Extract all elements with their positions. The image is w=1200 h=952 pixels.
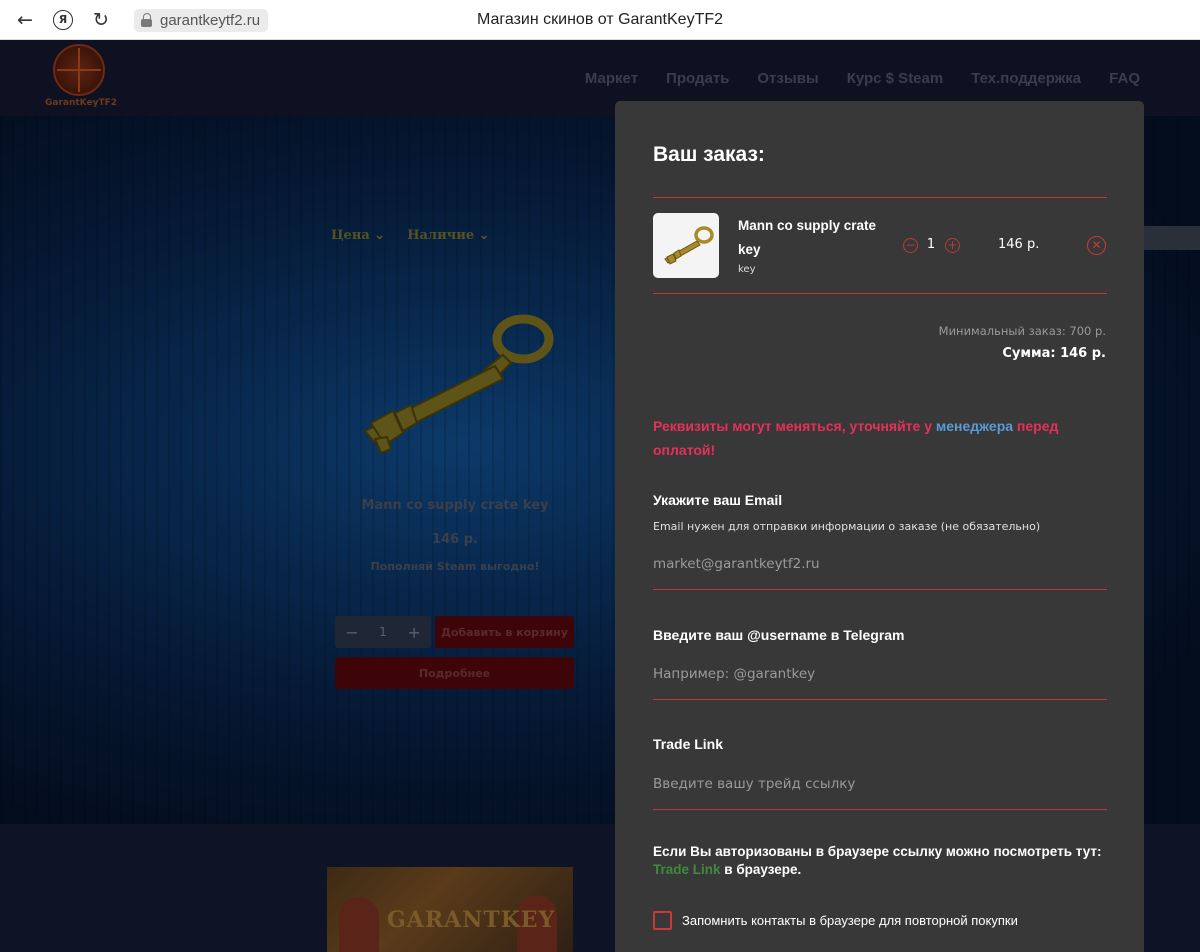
- reload-icon[interactable]: ↻: [82, 0, 120, 40]
- auth-note: Если Вы авторизованы в браузере ссылку м…: [653, 844, 1102, 877]
- nav-support[interactable]: Тех.поддержка: [971, 70, 1081, 87]
- nav-faq[interactable]: FAQ: [1109, 70, 1140, 87]
- trade-link-field[interactable]: [653, 769, 1107, 799]
- order-title: Ваш заказ:: [653, 143, 765, 166]
- product-promo: Пополняй Steam выгодно!: [370, 560, 540, 573]
- sort-strip: [1140, 226, 1200, 250]
- banner-character-left: [339, 897, 379, 952]
- remember-contacts[interactable]: Запомнить контакты в браузере для повтор…: [653, 911, 1018, 930]
- order-panel: Ваш заказ: Mann co supply crate key key …: [615, 101, 1144, 952]
- minimum-order-note: Минимальный заказ: 700 р.: [938, 324, 1106, 338]
- remember-checkbox[interactable]: [653, 911, 672, 930]
- remember-label: Запомнить контакты в браузере для повтор…: [682, 913, 1018, 928]
- key-icon: [363, 314, 554, 455]
- product-price: 146 р.: [432, 532, 478, 547]
- nav-reviews[interactable]: Отзывы: [757, 70, 818, 87]
- key-icon: [664, 226, 714, 265]
- promo-banner[interactable]: GARANTKEY: [327, 867, 573, 952]
- browser-toolbar: ← Я ↻ garantkeytf2.ru Магазин скинов от …: [0, 0, 1200, 40]
- minus-icon[interactable]: −: [345, 623, 358, 642]
- url-text: garantkeytf2.ru: [160, 12, 261, 29]
- manager-link[interactable]: менеджера: [936, 418, 1013, 434]
- quantity-stepper[interactable]: − 1 +: [335, 616, 431, 648]
- back-arrow-icon[interactable]: ←: [6, 0, 44, 40]
- remove-item-icon[interactable]: ✕: [1087, 236, 1106, 255]
- banner-text: GARANTKEY: [387, 907, 556, 933]
- filter-price[interactable]: Цена ⌄: [331, 228, 385, 243]
- email-field[interactable]: [653, 549, 1107, 579]
- increase-quantity-icon[interactable]: +: [945, 238, 960, 253]
- page-tab-title: Магазин скинов от GarantKeyTF2: [476, 11, 724, 28]
- logo-emblem-icon: [53, 44, 105, 96]
- divider: [653, 197, 1107, 198]
- site-logo[interactable]: GarantKeyTF2: [45, 44, 118, 114]
- divider: [653, 293, 1107, 294]
- email-label: Укажите ваш Email: [653, 492, 783, 508]
- logo-text: GarantKeyTF2: [45, 98, 118, 108]
- address-bar[interactable]: garantkeytf2.ru: [134, 9, 269, 32]
- main-nav: Маркет Продать Отзывы Курс $ Steam Тех.п…: [585, 70, 1140, 87]
- nav-market[interactable]: Маркет: [585, 70, 638, 87]
- nav-sell[interactable]: Продать: [666, 70, 729, 87]
- filter-availability[interactable]: Наличие ⌄: [407, 228, 489, 243]
- yandex-icon: Я: [53, 9, 73, 30]
- product-name: Mann co supply crate key: [361, 498, 549, 513]
- cart-item-price: 146 р.: [998, 237, 1040, 252]
- payment-warning: Реквизиты могут меняться, уточняйте у ме…: [653, 418, 1059, 458]
- cart-item-name: Mann co supply crate key: [738, 218, 877, 257]
- order-total: Сумма: 146 р.: [1002, 346, 1106, 361]
- quantity-value: 1: [379, 625, 387, 639]
- email-hint: Email нужен для отправки информации о за…: [653, 520, 1041, 533]
- yandex-button[interactable]: Я: [44, 0, 82, 40]
- telegram-underline: [653, 699, 1107, 700]
- trade-link-underline: [653, 809, 1107, 810]
- details-button[interactable]: Подробнее: [335, 657, 574, 689]
- cart-item-quantity: 1: [926, 237, 936, 252]
- telegram-field[interactable]: [653, 659, 1107, 689]
- item-thumbnail: [653, 213, 719, 278]
- add-to-cart-button[interactable]: Добавить в корзину: [435, 616, 574, 648]
- telegram-label: Введите ваш @username в Telegram: [653, 627, 905, 643]
- nav-steam-rate[interactable]: Курс $ Steam: [847, 70, 944, 87]
- cart-item-subtitle: key: [738, 264, 756, 275]
- filter-bar: Цена ⌄ Наличие ⌄: [331, 228, 490, 243]
- trade-link-label: Trade Link: [653, 736, 724, 752]
- lock-icon: [140, 13, 153, 28]
- decrease-quantity-icon[interactable]: −: [903, 238, 918, 253]
- email-underline: [653, 589, 1107, 590]
- trade-link-link[interactable]: Trade Link: [653, 862, 721, 877]
- plus-icon[interactable]: +: [407, 623, 420, 642]
